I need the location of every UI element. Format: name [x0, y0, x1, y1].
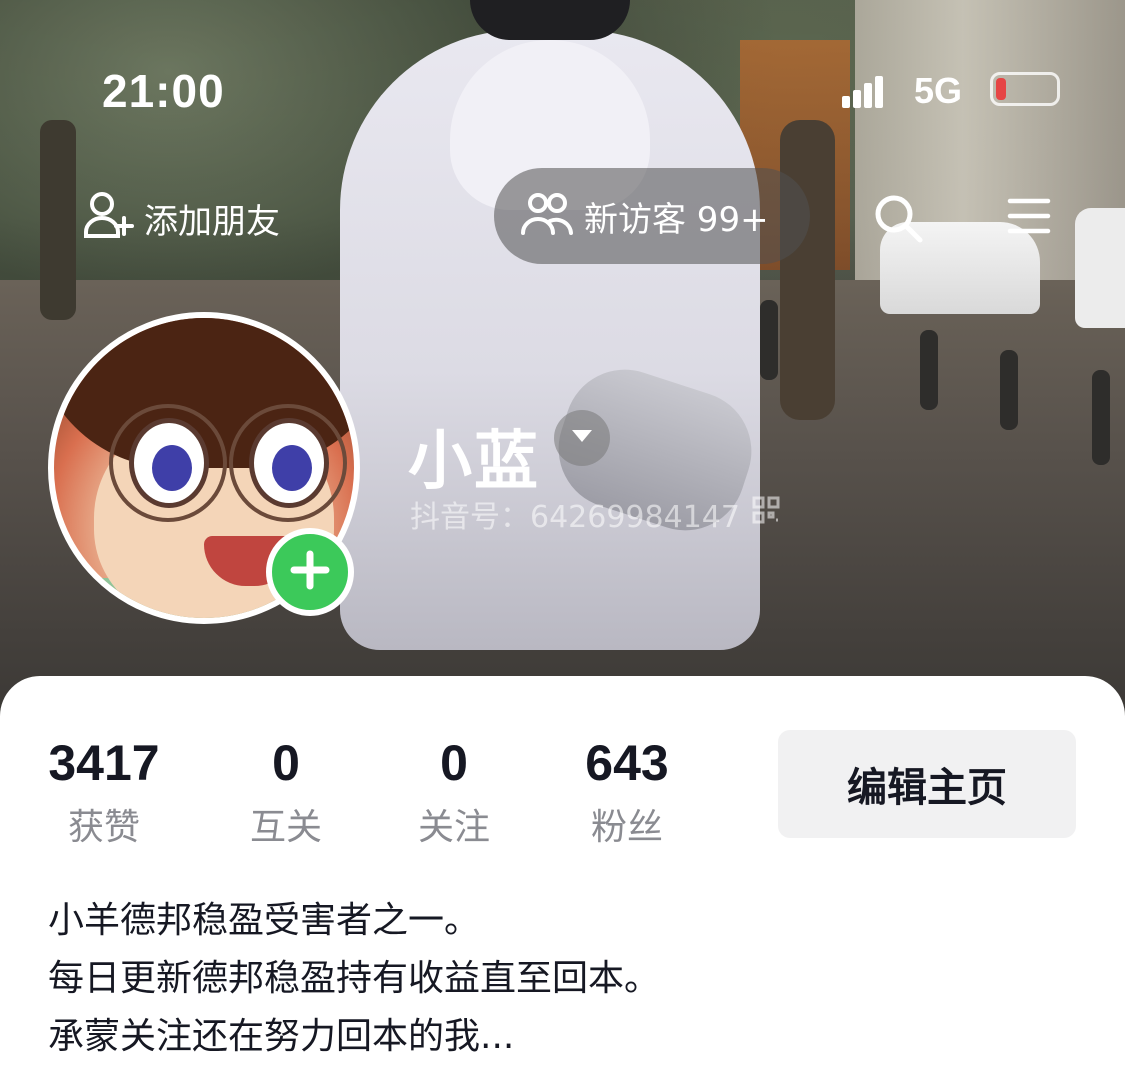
stat-label: 互关 [249, 807, 322, 848]
account-switch-button[interactable] [554, 410, 610, 466]
stat-value: 3417 [48, 735, 160, 791]
plus-icon [288, 548, 332, 596]
cover-hair [470, 0, 630, 40]
new-visitors-label: 新访客 99+ [584, 199, 769, 240]
status-time: 21:00 [102, 65, 225, 117]
stat-label: 粉丝 [590, 807, 663, 848]
profile-bio: 小羊德邦稳盈受害者之一。 每日更新德邦稳盈持有收益直至回本。 承蒙关注还在努力回… [48, 892, 1048, 1066]
battery-icon [990, 72, 1060, 106]
stat-likes[interactable]: 3417 获赞 [46, 734, 162, 850]
cover-tree-trunk [40, 120, 76, 320]
stat-label: 获赞 [67, 807, 140, 848]
stat-label: 关注 [417, 807, 490, 848]
cover-bollard [760, 300, 778, 380]
douyin-id-text: 抖音号：64269984147 [410, 500, 740, 535]
add-friend-label: 添加朋友 [144, 201, 280, 242]
add-story-button[interactable] [266, 528, 354, 616]
caret-down-icon [570, 428, 594, 448]
stat-value: 643 [585, 735, 669, 791]
search-icon[interactable] [872, 192, 924, 248]
add-friend-button[interactable]: 添加朋友 [80, 190, 280, 246]
bio-line: 每日更新德邦稳盈持有收益直至回本。 [48, 958, 661, 999]
stat-value: 0 [272, 735, 300, 791]
new-visitors-button[interactable]: 新访客 99+ [494, 168, 810, 264]
stat-mutual[interactable]: 0 互关 [244, 734, 328, 850]
stat-followers[interactable]: 643 粉丝 [580, 734, 674, 850]
people-icon [520, 191, 574, 241]
add-user-icon [80, 188, 136, 248]
cover-bollard [920, 330, 938, 410]
stat-following[interactable]: 0 关注 [412, 734, 496, 850]
cover-bollard [1092, 370, 1110, 465]
hamburger-menu-icon[interactable] [1006, 196, 1052, 240]
edit-profile-button[interactable]: 编辑主页 [778, 730, 1076, 838]
cover-tree-trunk [780, 120, 835, 420]
network-type: 5G [914, 70, 963, 111]
bio-line: 承蒙关注还在努力回本的我... [48, 1016, 515, 1057]
douyin-id[interactable]: 抖音号：64269984147 [410, 492, 780, 536]
cover-car [1075, 208, 1125, 328]
profile-name: 小蓝 [408, 425, 540, 499]
signal-icon [842, 76, 884, 108]
cover-bollard [1000, 350, 1018, 430]
bio-line: 小羊德邦稳盈受害者之一。 [48, 900, 481, 941]
stat-value: 0 [440, 735, 468, 791]
qr-code-icon[interactable] [752, 496, 780, 532]
